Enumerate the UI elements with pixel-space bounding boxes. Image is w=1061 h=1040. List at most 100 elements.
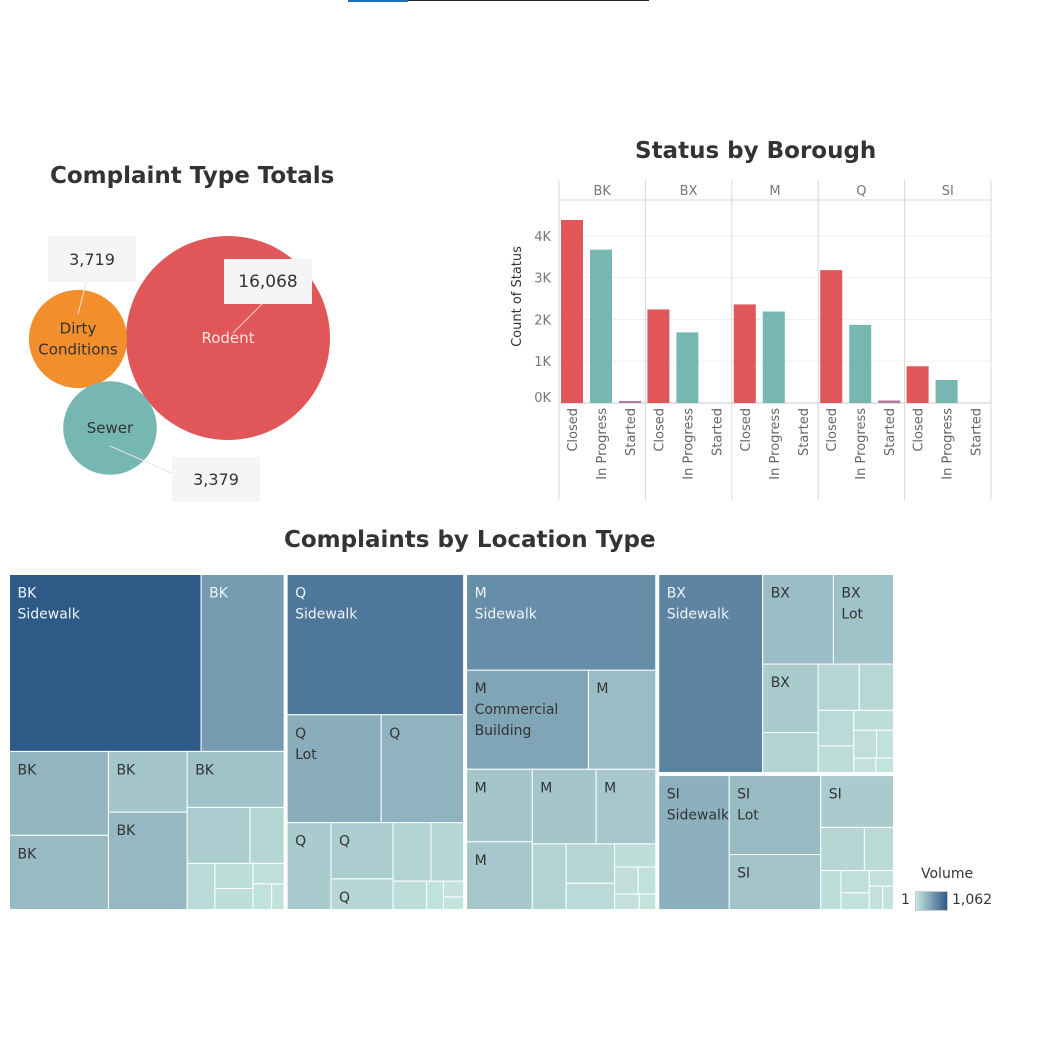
x-tick-label: Closed xyxy=(739,408,754,452)
treemap-cell-label: Building xyxy=(475,723,532,739)
treemap-cell-label: M xyxy=(540,780,552,796)
treemap-cell-label: BK xyxy=(116,762,136,778)
treemap-cell xyxy=(637,866,657,895)
top-rule xyxy=(408,0,649,1)
treemap-cell xyxy=(186,806,251,864)
x-tick-label: Started xyxy=(797,408,812,456)
y-tick-label: 1K xyxy=(534,355,551,370)
treemap-group-m: M Sidewalk M Commercial Building M M M M M xyxy=(466,574,657,911)
x-tick-label: In Progress xyxy=(768,408,783,480)
treemap-cell xyxy=(186,862,216,910)
y-axis-label: Count of Status xyxy=(510,246,525,347)
treemap-cell xyxy=(430,822,465,882)
treemap-cell-label: M xyxy=(475,780,487,796)
x-tick-label: Closed xyxy=(652,408,667,452)
treemap-cell-q-sidewalk xyxy=(286,574,465,716)
treemap-group-bx: BX Sidewalk BX BX Lot BX xyxy=(658,574,895,774)
bubble-label-rodent: Rodent xyxy=(201,329,254,347)
treemap-cell-label: SI xyxy=(667,787,680,803)
x-tick-label: Closed xyxy=(912,408,927,452)
bar-m-in-progress xyxy=(762,311,785,403)
legend-max-label: 1,062 xyxy=(952,892,993,908)
treemap-cell-label: BX xyxy=(771,586,791,602)
treemap: BK Sidewalk BK BK BK BK BK BK Q Sidewalk Q Lot Q Q Q Q M… xyxy=(6,571,897,913)
treemap-cell-label: SI xyxy=(737,866,750,882)
y-tick-label: 0K xyxy=(534,391,551,406)
treemap-cell xyxy=(614,866,639,895)
treemap-cell xyxy=(840,892,870,911)
treemap-cell xyxy=(442,896,465,910)
bar-q-started xyxy=(878,400,901,403)
treemap-cell xyxy=(875,729,894,759)
treemap-cell-label: BK xyxy=(18,762,38,778)
treemap-cell-label: Sidewalk xyxy=(667,607,730,623)
treemap-cell xyxy=(214,888,254,911)
treemap-cell xyxy=(868,870,895,887)
treemap-cell-label: Q xyxy=(339,834,350,850)
bubble-value-label-rodent: 16,068 xyxy=(224,259,312,304)
treemap-cell xyxy=(875,757,895,774)
treemap-cell-label: BX xyxy=(771,675,791,691)
treemap-cell-label: BX xyxy=(841,586,861,602)
panel-header-q: Q xyxy=(856,184,866,199)
treemap-cell-bk xyxy=(107,750,188,813)
treemap-cell xyxy=(271,883,285,910)
x-tick-label: Closed xyxy=(566,408,581,452)
treemap-cell xyxy=(817,745,855,774)
treemap-cell xyxy=(531,843,567,911)
treemap-cell-label: M xyxy=(596,681,608,697)
bar-bx-in-progress xyxy=(676,332,699,403)
x-tick-label: Started xyxy=(710,408,725,456)
treemap-cell-label: Q xyxy=(295,834,306,850)
treemap-group-bk: BK Sidewalk BK BK BK BK BK BK xyxy=(9,574,285,911)
treemap-cell xyxy=(214,862,254,890)
treemap-cell xyxy=(762,732,819,774)
treemap-cell-label: Q xyxy=(389,726,400,742)
treemap-cell xyxy=(614,893,640,910)
treemap-cell-label: BK xyxy=(18,846,38,862)
treemap-cell-bk-sidewalk xyxy=(9,574,202,752)
treemap-cell-q xyxy=(286,822,332,911)
treemap-cell-label: M xyxy=(604,780,616,796)
treemap-cell xyxy=(858,663,895,711)
treemap-cell-label: BK xyxy=(209,586,229,602)
treemap-cell xyxy=(252,862,285,885)
bar-q-in-progress xyxy=(849,324,872,403)
treemap-cell xyxy=(882,885,894,911)
treemap-cell xyxy=(565,882,616,911)
bubble-label-sewer: Sewer xyxy=(87,419,134,437)
treemap-cell-label: BK xyxy=(18,586,38,602)
treemap-cell xyxy=(392,822,432,882)
treemap-cell-label: Sidewalk xyxy=(18,607,81,623)
x-tick-label: In Progress xyxy=(595,408,610,480)
treemap-cell xyxy=(840,870,870,894)
treemap-cell-si xyxy=(728,854,822,910)
treemap-group-si: SI Sidewalk SI Lot SI SI xyxy=(658,775,895,911)
treemap-cell xyxy=(820,870,842,910)
treemap-group-q: Q Sidewalk Q Lot Q Q Q Q xyxy=(286,574,465,911)
treemap-cell xyxy=(392,880,428,910)
panel-header-m: M xyxy=(769,184,780,199)
treemap-cell xyxy=(249,806,285,864)
treemap-cell xyxy=(863,826,894,872)
bar-bx-closed xyxy=(647,309,670,403)
treemap-cell-label: Sidewalk xyxy=(667,808,730,824)
x-tick-label: Started xyxy=(624,408,639,456)
bubble-label-dirty-conditions: Conditions xyxy=(38,341,118,359)
treemap-cell xyxy=(426,880,444,910)
treemap-cell-label: BK xyxy=(116,823,136,839)
x-tick-label: Started xyxy=(883,408,898,456)
bar-si-closed xyxy=(906,366,929,403)
treemap-cell xyxy=(817,709,855,747)
treemap-cell xyxy=(817,663,860,711)
bar-m-closed xyxy=(733,304,756,403)
treemap-cell-label: Sidewalk xyxy=(475,607,538,623)
bubble-value-label-sewer: 3,379 xyxy=(172,457,260,502)
treemap-cell-bk xyxy=(186,750,285,808)
panel-header-bk: BK xyxy=(593,184,611,199)
bar-bk-closed xyxy=(561,220,583,403)
bar-chart-title: Status by Borough xyxy=(635,138,877,164)
y-tick-label: 2K xyxy=(534,313,551,328)
treemap-cell xyxy=(868,885,884,911)
treemap-cell-label: M xyxy=(475,681,487,697)
